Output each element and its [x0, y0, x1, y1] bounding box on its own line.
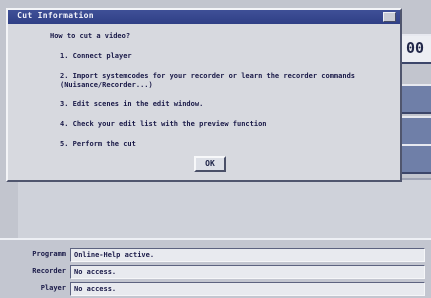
edit-area — [18, 178, 431, 238]
status-label: Programm — [32, 250, 66, 258]
status-label: Player — [40, 284, 66, 292]
step-2: 2. Import systemcodes for your recorder … — [60, 72, 356, 89]
status-value: No access. — [74, 268, 117, 276]
tool-button-1[interactable] — [397, 84, 431, 114]
status-field: Online-Help active. — [70, 248, 425, 262]
status-field: No access. — [70, 282, 425, 296]
counter-button[interactable]: 00 — [397, 34, 431, 64]
status-label: Recorder — [32, 267, 66, 275]
dialog-title: Cut Information — [12, 11, 94, 20]
status-panel: Programm Online-Help active. Recorder No… — [0, 238, 431, 298]
cut-information-dialog: Cut Information How to cut a video? 1. C… — [6, 8, 402, 182]
step-3: 3. Edit scenes in the edit window. — [60, 100, 204, 108]
status-row-programm: Programm Online-Help active. — [0, 248, 431, 262]
tool-button-2[interactable] — [397, 116, 431, 146]
step-1: 1. Connect player — [60, 52, 132, 60]
status-field: No access. — [70, 265, 425, 279]
status-value: No access. — [74, 285, 117, 293]
step-4: 4. Check your edit list with the preview… — [60, 120, 267, 128]
ok-button[interactable]: OK — [194, 156, 226, 172]
ok-label: OK — [205, 159, 215, 168]
step-5: 5. Perform the cut — [60, 140, 136, 148]
status-value: Online-Help active. — [74, 251, 155, 259]
status-row-player: Player No access. — [0, 282, 431, 296]
help-heading: How to cut a video? — [50, 32, 131, 40]
depth-gadget-icon[interactable] — [383, 12, 396, 22]
dialog-titlebar[interactable]: Cut Information — [8, 10, 400, 24]
status-row-recorder: Recorder No access. — [0, 265, 431, 279]
tool-button-3[interactable] — [397, 144, 431, 174]
